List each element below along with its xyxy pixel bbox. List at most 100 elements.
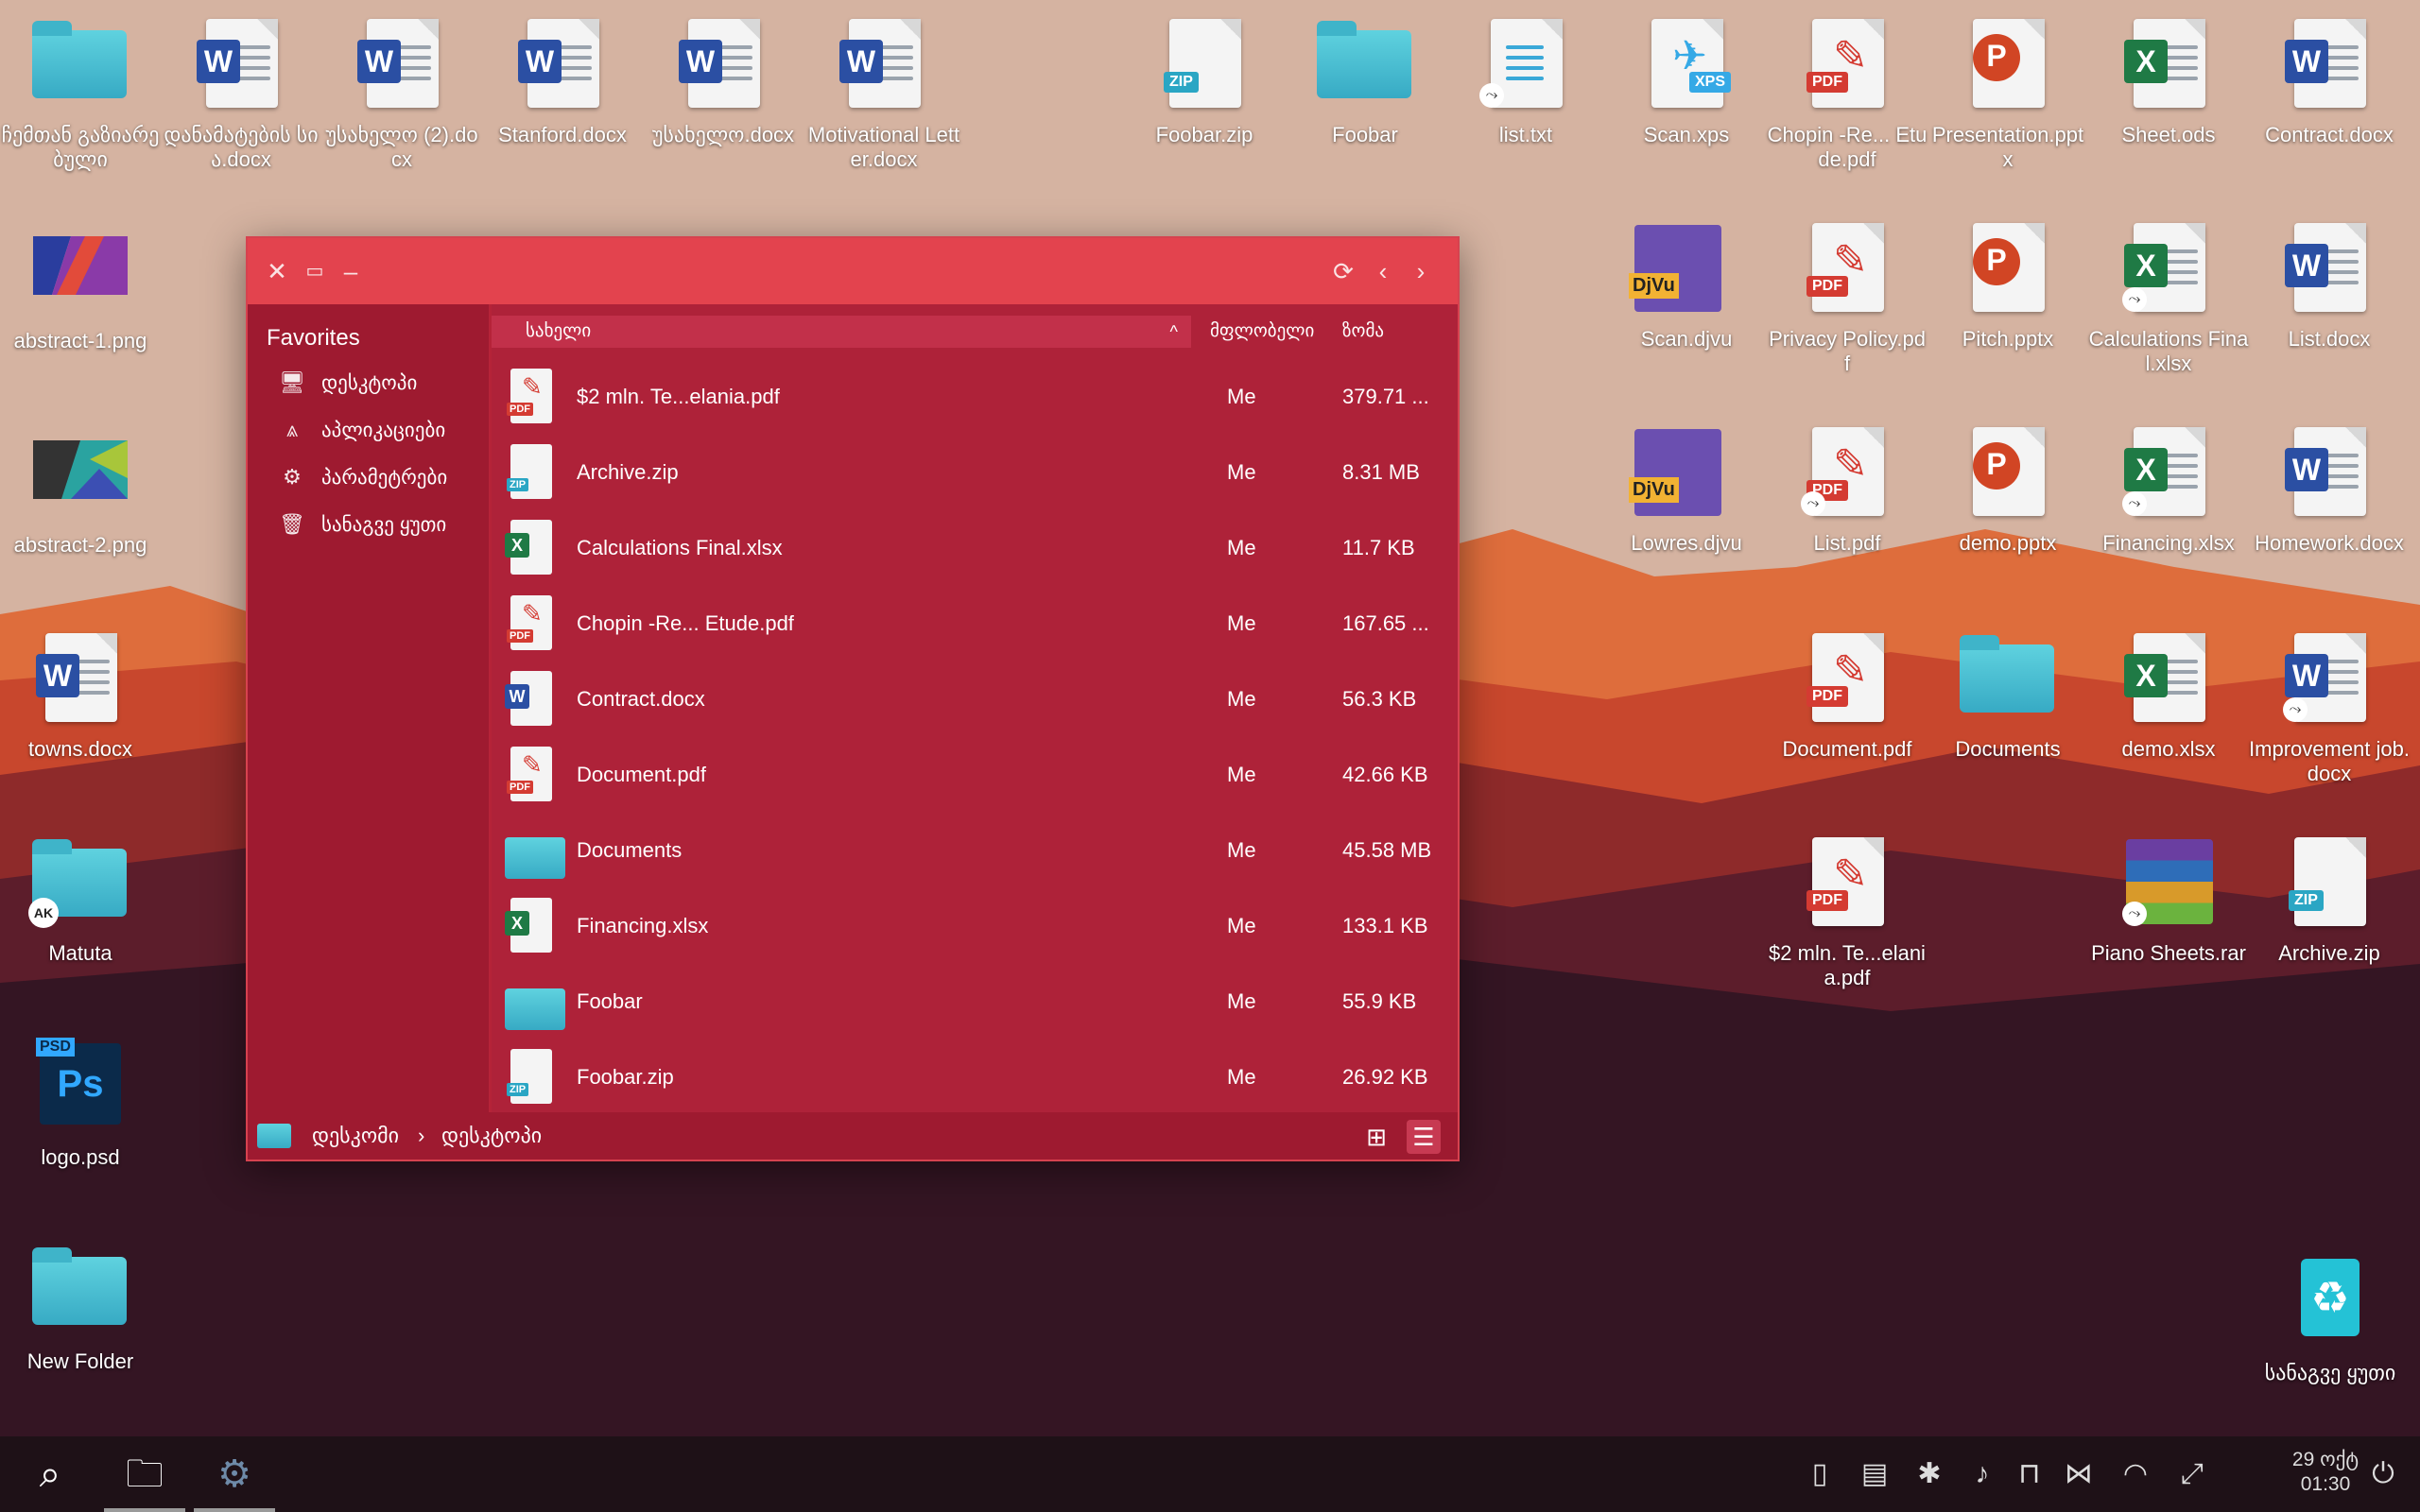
desktop-icon-new-folder[interactable]: New Folder [0, 1238, 161, 1374]
forward-icon[interactable]: › [1405, 255, 1437, 287]
word-file-icon: W [197, 19, 278, 108]
desktop-icon-untitled-2-docx[interactable]: W უსახელო (2).docx [321, 11, 482, 172]
desktop-icon-foobar-zip[interactable]: ZIP Foobar.zip [1124, 11, 1285, 147]
maximize-icon[interactable]: ▭ [299, 255, 331, 287]
table-row[interactable]: X Financing.xlsx Me 133.1 KB [492, 888, 1458, 964]
breadcrumb-item[interactable]: დესკტოპი [441, 1112, 542, 1160]
desktop-icon-scan-xps[interactable]: ✈ XPS Scan.xps [1606, 11, 1767, 147]
desktop-icon-shared-folder[interactable]: ჩემთან გაზიარებული [0, 11, 161, 172]
desktop-icon-list-docx[interactable]: W List.docx [2249, 215, 2410, 352]
table-row[interactable]: ✎ PDF Chopin -Re... Etude.pdf Me 167.65 ... [492, 586, 1458, 662]
share-icon[interactable]: ⋈ [2055, 1436, 2102, 1512]
list-view-icon[interactable]: ☰ [1407, 1120, 1441, 1154]
excel-file-icon: X [2124, 19, 2205, 108]
file-name: Contract.docx [577, 687, 705, 711]
sidebar-item-desktop[interactable]: 🖥 დესკტოპი [276, 364, 417, 402]
share-icon: ⤳ [1479, 83, 1504, 108]
file-owner: Me [1227, 385, 1256, 408]
desktop-icon-piano-sheets-rar[interactable]: ⤳ Piano Sheets.rar [2088, 830, 2249, 966]
desktop-icon-improvement-job-docx[interactable]: W ⤳ Improvement job.docx [2249, 626, 2410, 786]
power-icon[interactable]: ⏻ [2360, 1436, 2407, 1512]
bug-icon[interactable]: ✱ [1906, 1436, 1953, 1512]
desktop-icon-privacy-policy-pdf[interactable]: ✎ PDF Privacy Policy.pdf [1767, 215, 1927, 376]
table-row[interactable]: Documents Me 45.58 MB [492, 813, 1458, 888]
close-icon[interactable]: ✕ [261, 255, 293, 287]
desktop-icon-chopin-re-etude-pdf[interactable]: ✎ PDF Chopin -Re... Etude.pdf [1767, 11, 1927, 172]
sort-ascending-icon[interactable]: ^ [1170, 316, 1178, 348]
desktop-icon-demo-pptx[interactable]: Pdemo.pptx [1927, 420, 2088, 556]
desktop-icon-financing-xlsx[interactable]: X ⤳ Financing.xlsx [2088, 420, 2249, 556]
folder-icon [32, 1247, 127, 1325]
lock-icon[interactable]: ⊓ [2006, 1436, 2053, 1512]
desktop-icon-logo-psd[interactable]: PSD Ps logo.psd [0, 1034, 161, 1170]
table-row[interactable]: ✎ PDF $2 mln. Te...elania.pdf Me 379.71 ... [492, 359, 1458, 435]
xps-file-icon: ✈ XPS [1651, 19, 1731, 108]
titlebar[interactable]: ✕ ▭ – ⟳ ‹ › [248, 238, 1458, 304]
table-row[interactable]: X Calculations Final.xlsx Me 11.7 KB [492, 510, 1458, 586]
desktop-icon-demo-xlsx[interactable]: Xdemo.xlsx [2088, 626, 2249, 762]
desktop-icon-calculations-final-xlsx[interactable]: X ⤳ Calculations Final.xlsx [2088, 215, 2249, 376]
desktop-icon-pitch-pptx[interactable]: P Pitch.pptx [1927, 215, 2088, 352]
word-file-icon: W [518, 19, 599, 108]
grid-view-icon[interactable]: ⊞ [1359, 1120, 1393, 1154]
desktop-icon-matuta[interactable]: AK Matuta [0, 830, 161, 966]
desktop-icon-recycle-bin[interactable]: ♻ სანაგვე ყუთი [2250, 1249, 2411, 1385]
back-icon[interactable]: ‹ [1367, 255, 1399, 287]
file-owner: Me [1227, 460, 1256, 484]
table-row[interactable]: Foobar Me 55.9 KB [492, 964, 1458, 1040]
desktop-icon-motivational-letter[interactable]: W Motivational Letter.docx [804, 11, 964, 172]
column-size[interactable]: ზომა [1342, 316, 1384, 348]
file-owner: Me [1227, 611, 1256, 635]
sidebar-item-settings[interactable]: ⚙ პარამეტრები [276, 458, 447, 496]
desktop-icon-untitled-docx[interactable]: W უსახელო.docx [643, 11, 804, 147]
desktop-icon-list-txt[interactable]: ⤳ list.txt [1445, 11, 1606, 147]
zip-file-icon: ZIP [507, 444, 552, 499]
desktop-icon-stanford-docx[interactable]: W Stanford.docx [482, 11, 643, 147]
settings-taskbar-icon[interactable]: ⚙ [194, 1436, 275, 1512]
desktop-icon-contract-docx[interactable]: W Contract.docx [2249, 11, 2410, 147]
bell-icon[interactable]: ♪ [1959, 1436, 2006, 1512]
desktop-icon-homework-docx[interactable]: W Homework.docx [2249, 420, 2410, 556]
desktop-icon-presentation-pptx[interactable]: P Presentation.pptx [1927, 11, 2088, 172]
desktop-icon-documents[interactable]: Documents [1927, 626, 2088, 762]
desktop-icon-2-mln-te-elania-pdf[interactable]: ✎ PDF $2 mln. Te...elania.pdf [1767, 830, 1927, 990]
clock-date: 29 ოქტ [2291, 1449, 2360, 1470]
table-row[interactable]: ZIP Archive.zip Me 8.31 MB [492, 435, 1458, 510]
desktop-icon-addons-docx[interactable]: W დანამატების სია.docx [161, 11, 321, 172]
desktop-icon-document-pdf[interactable]: ✎ PDF Document.pdf [1767, 626, 1927, 762]
taskbar: ⌕ 🗀 ⚙ ▯ ▤ ✱ ♪ ⊓ ⋈ ◠ ⤢ 29 ოქტ 01:30 ⏻ [0, 1436, 2420, 1512]
file-name: Financing.xlsx [577, 914, 709, 937]
wifi-icon[interactable]: ◠ [2112, 1436, 2159, 1512]
minimize-icon[interactable]: – [335, 255, 367, 287]
desktop-icon-abstract-2[interactable]: abstract-2.png [0, 421, 161, 558]
column-name[interactable]: სახელი ^ [492, 316, 1191, 348]
refresh-icon[interactable]: ⟳ [1327, 255, 1359, 287]
table-row[interactable]: ZIP Foobar.zip Me 26.92 KB [492, 1040, 1458, 1115]
breadcrumb-separator-icon: › [418, 1124, 425, 1147]
search-icon[interactable]: ⌕ [9, 1436, 91, 1512]
sidebar: Favorites 🖥 დესკტოპი ⩓ აპლიკაციები ⚙ პარამე… [248, 304, 489, 1112]
word-file-icon: W [2285, 427, 2366, 516]
table-row[interactable]: ✎ PDF Document.pdf Me 42.66 KB [492, 737, 1458, 813]
file-manager-taskbar-icon[interactable]: 🗀 [104, 1436, 185, 1512]
phone-icon[interactable]: ▯ [1796, 1436, 1843, 1512]
breadcrumb-item[interactable]: დესკომი [312, 1112, 399, 1160]
folder-icon [32, 21, 127, 98]
file-owner: Me [1227, 838, 1256, 862]
desktop-icon-towns-docx[interactable]: W towns.docx [0, 626, 161, 762]
calendar-icon[interactable]: ▤ [1851, 1436, 1898, 1512]
desktop-icon-foobar-folder[interactable]: Foobar [1285, 11, 1445, 147]
sidebar-item-trash[interactable]: 🗑 სანაგვე ყუთი [276, 506, 446, 543]
folder-icon [1960, 635, 2054, 713]
desktop-icon-abstract-1[interactable]: abstract-1.png [0, 217, 161, 353]
desktop-icon-scan-djvu[interactable]: DjVu Scan.djvu [1606, 215, 1767, 352]
table-row[interactable]: W Contract.docx Me 56.3 KB [492, 662, 1458, 737]
fullscreen-icon[interactable]: ⤢ [2169, 1436, 2216, 1512]
sidebar-item-applications[interactable]: ⩓ აპლიკაციები [276, 411, 445, 449]
desktop-icon-sheet-ods[interactable]: X Sheet.ods [2088, 11, 2249, 147]
desktop-icon-lowres-djvu[interactable]: DjVu Lowres.djvu [1606, 420, 1767, 556]
desktop-icon-archive-zip[interactable]: ZIP Archive.zip [2249, 830, 2410, 966]
clock[interactable]: 29 ოქტ 01:30 [2288, 1448, 2363, 1497]
desktop-icon-list-pdf[interactable]: ✎ PDF ⤳ List.pdf [1767, 420, 1927, 556]
column-owner[interactable]: მფლობელი [1210, 316, 1314, 348]
